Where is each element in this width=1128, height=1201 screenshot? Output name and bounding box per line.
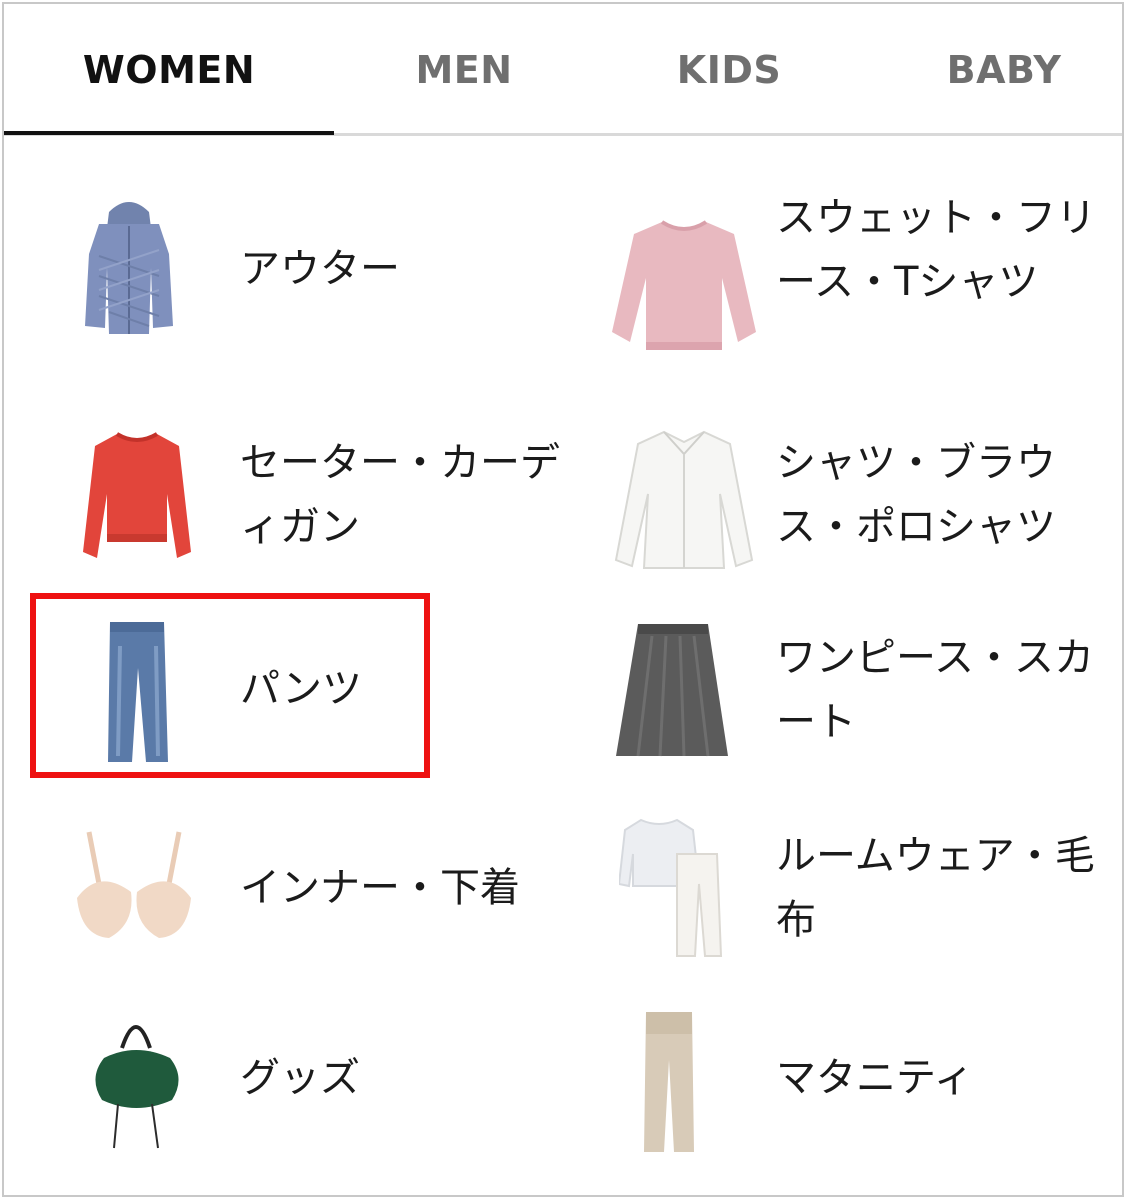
category-label: セーター・カーディガン (240, 440, 560, 550)
category-label: ルームウェア・毛布 (776, 833, 1095, 943)
category-label: ワンピース・スカート (776, 635, 1094, 745)
blouse-icon (614, 430, 754, 569)
tab-kids[interactable]: KIDS (634, 4, 824, 136)
active-tab-indicator (4, 131, 334, 135)
category-innerwear[interactable]: インナー・下着 (24, 814, 564, 974)
category-label: パンツ (240, 666, 362, 712)
skirt-icon (616, 624, 728, 757)
category-goods[interactable]: グッズ (24, 1004, 564, 1164)
tab-baby[interactable]: BABY (904, 4, 1104, 136)
bag-icon (95, 1025, 179, 1149)
loungewear-icon (619, 818, 723, 957)
category-maternity[interactable]: マタニティ (584, 1004, 1114, 1164)
bra-icon (77, 831, 191, 938)
sweatshirt-icon (612, 220, 756, 350)
category-menu: WOMEN MEN KIDS BABY アウター スウェット・フリース・Tシャツ (2, 2, 1124, 1197)
category-sweat[interactable]: スウェット・フリース・Tシャツ (584, 174, 1114, 394)
category-pants[interactable]: パンツ (24, 604, 424, 774)
sweater-icon (83, 432, 191, 558)
category-label: インナー・下着 (240, 865, 520, 911)
jeans-icon (108, 622, 168, 762)
category-label: マタニティ (776, 1055, 974, 1101)
category-loungewear[interactable]: ルームウェア・毛布 (584, 804, 1114, 974)
category-sweater[interactable]: セーター・カーディガン (24, 414, 564, 584)
category-label: アウター (240, 246, 400, 292)
category-dress-skirt[interactable]: ワンピース・スカート (584, 604, 1114, 774)
down-jacket-icon (85, 202, 173, 334)
maternity-pants-icon (644, 1012, 694, 1152)
category-label: シャツ・ブラウス・ポロシャツ (776, 440, 1056, 550)
category-label: スウェット・フリース・Tシャツ (776, 195, 1096, 305)
category-shirts[interactable]: シャツ・ブラウス・ポロシャツ (584, 414, 1114, 584)
tab-women[interactable]: WOMEN (4, 4, 334, 136)
category-outer[interactable]: アウター (24, 174, 544, 364)
gender-tabs: WOMEN MEN KIDS BABY (4, 4, 1122, 136)
tab-men[interactable]: MEN (374, 4, 554, 136)
category-label: グッズ (240, 1055, 360, 1101)
